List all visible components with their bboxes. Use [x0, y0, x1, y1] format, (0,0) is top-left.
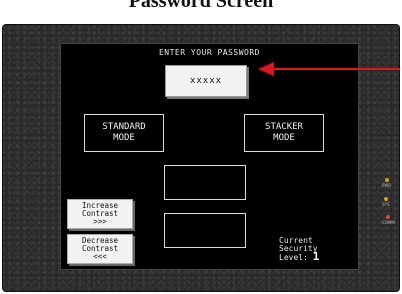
- comm-label: COMM: [382, 220, 395, 225]
- sys-label: SYS: [382, 202, 390, 207]
- increase-contrast-button[interactable]: Increase Contrast >>>: [67, 199, 133, 229]
- stacker-mode-label-line2: MODE: [273, 133, 295, 143]
- sys-led-icon: [383, 197, 388, 201]
- decrease-contrast-button[interactable]: Decrease Contrast <<<: [67, 234, 133, 264]
- security-level-readout: Current Security Level: 1: [279, 237, 357, 263]
- pwr-led-icon: [384, 178, 389, 182]
- standard-mode-label-line1: STANDARD: [102, 122, 146, 132]
- pointer-arrow-icon: [258, 62, 400, 76]
- comm-indicator: COMM: [382, 215, 395, 225]
- stacker-mode-button[interactable]: STACKER MODE: [244, 114, 324, 152]
- increase-contrast-line3: >>>: [93, 217, 107, 226]
- security-line3: Level: 1: [279, 250, 357, 263]
- password-entry-button[interactable]: xxxxx: [165, 65, 247, 97]
- pwr-label: PWR: [382, 183, 392, 188]
- pwr-indicator: PWR: [382, 178, 391, 188]
- password-masked-value: xxxxx: [189, 76, 223, 86]
- stacker-mode-label-line1: STACKER: [265, 122, 303, 132]
- page-title: Password Screen: [128, 0, 274, 12]
- standard-mode-button[interactable]: STANDARD MODE: [84, 114, 164, 152]
- security-level-label: Level:: [279, 253, 308, 262]
- comm-led-icon: [386, 215, 391, 219]
- sys-indicator: SYS: [382, 197, 390, 207]
- empty-button-slot-1[interactable]: [164, 165, 246, 200]
- empty-button-slot-2[interactable]: [164, 213, 246, 248]
- decrease-contrast-line3: <<<: [93, 252, 107, 261]
- password-prompt: ENTER YOUR PASSWORD: [158, 48, 260, 57]
- standard-mode-label-line2: MODE: [113, 133, 135, 143]
- security-level-value: 1: [312, 250, 320, 263]
- arrow-head: [258, 62, 274, 76]
